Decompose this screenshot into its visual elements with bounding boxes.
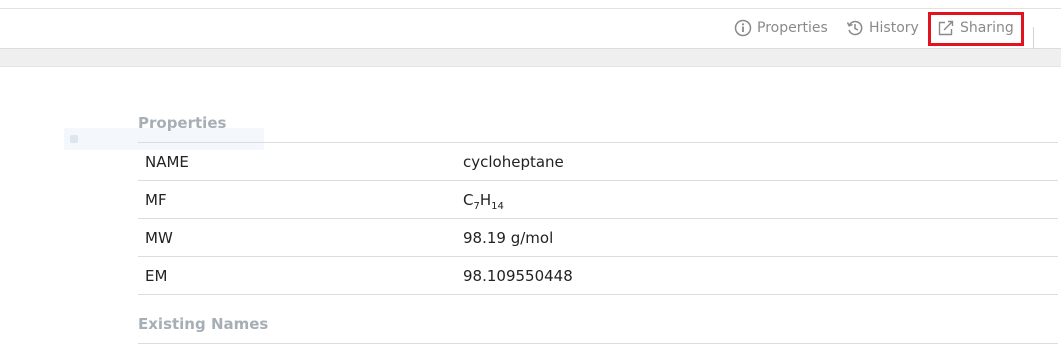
property-value: 98.109550448 <box>455 256 1058 295</box>
history-button[interactable]: History <box>846 17 919 39</box>
info-icon <box>734 19 752 37</box>
page: Properties History Sharing Properties NA… <box>0 0 1061 347</box>
property-key: MW <box>138 218 455 257</box>
ghost-tab-icon <box>70 135 78 143</box>
property-value: cycloheptane <box>455 142 1058 181</box>
history-icon <box>846 19 864 37</box>
formula-hydrogen-count: 14 <box>491 200 504 212</box>
table-row: NAME cycloheptane <box>138 142 1058 181</box>
property-key: NAME <box>138 142 455 181</box>
property-key: EM <box>138 256 455 295</box>
history-label: History <box>869 20 919 36</box>
property-value: 98.19 g/mol <box>455 218 1058 257</box>
toolbar-shadow-band <box>0 49 1061 67</box>
property-key: MF <box>138 180 455 219</box>
sharing-button[interactable]: Sharing <box>937 17 1014 39</box>
formula-hydrogen: H <box>479 190 492 209</box>
sharing-label: Sharing <box>960 20 1014 36</box>
properties-button[interactable]: Properties <box>734 17 828 39</box>
formula-carbon: C <box>463 190 474 209</box>
table-row: MW 98.19 g/mol <box>138 218 1058 257</box>
molecular-formula: C7H14 <box>455 180 1058 219</box>
properties-label: Properties <box>757 20 828 36</box>
top-strip <box>0 0 1061 9</box>
existing-names-divider <box>138 343 1058 344</box>
properties-section-title: Properties <box>138 114 227 132</box>
existing-names-section-title: Existing Names <box>138 315 269 333</box>
table-row: EM 98.109550448 <box>138 256 1058 295</box>
share-external-icon <box>937 19 955 37</box>
toolbar-divider <box>1033 27 1034 49</box>
table-row: MF C7H14 <box>138 180 1058 219</box>
properties-table: NAME cycloheptane MF C7H14 MW 98.19 g/mo… <box>138 142 1058 295</box>
toolbar: Properties History Sharing <box>0 9 1061 49</box>
